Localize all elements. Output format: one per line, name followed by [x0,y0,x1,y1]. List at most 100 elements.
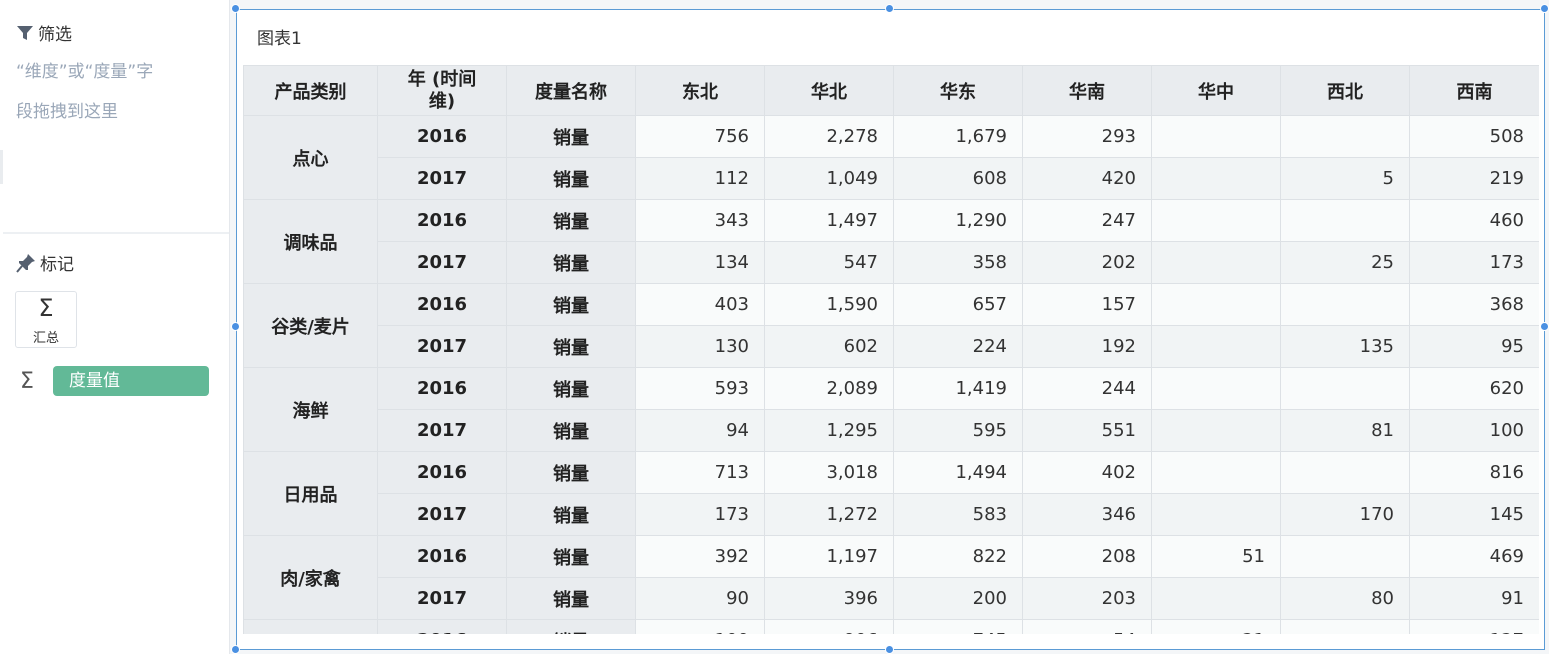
table-row: 谷类/麦片 2016 销量 403 1,590 657 157 368 [243,283,1539,368]
value-cell [1151,367,1281,410]
crosstab-scroll-area[interactable]: 产品类别年 (时间维) 度量名称 东北 华北 华东 华南 华中 西北 西南 点心 2016 销量 75… [243,65,1539,634]
column-header[interactable]: 东北 [635,65,765,116]
resize-handle-bm[interactable] [885,645,894,654]
value-cell: 420 [1022,157,1152,200]
value-cell: 293 [1022,115,1152,158]
value-cell: 224 [893,325,1023,368]
pin-icon [16,253,35,273]
table-row: 2017 销量 134 547 358 202 25 173 [244,241,1539,284]
value-cell [1151,157,1281,200]
value-cell: 244 [1022,367,1152,410]
value-cell: 620 [1409,367,1539,410]
marks-title-text: 标记 [40,255,74,275]
column-header[interactable]: 西北 [1280,65,1410,116]
value-cell [1151,451,1281,494]
value-cell [1280,535,1410,578]
table-row: 2017 销量 130 602 224 192 135 95 [244,325,1539,368]
value-cell: 219 [1409,157,1539,200]
resize-handle-mr[interactable] [1540,322,1549,331]
header-row: 产品类别年 (时间维) 度量名称 东北 华北 华东 华南 华中 西北 西南 [243,65,1539,116]
filter-drop-zone[interactable]: “维度”或“度量”字 段拖拽到这里 [16,52,211,132]
value-cell: 208 [1022,535,1152,578]
value-cell: 90 [635,577,765,620]
value-cell: 595 [893,409,1023,452]
value-cell: 343 [635,199,765,242]
value-cell: 1,049 [764,157,894,200]
table-row: 2017 销量 94 1,295 595 551 81 100 [244,409,1539,452]
measure-values-pill[interactable]: 度量值 [53,366,209,396]
summary-label: 汇总 [32,331,59,346]
value-cell: 127 [1409,619,1539,634]
marks-section-title: 标记 [16,250,74,275]
resize-handle-tm[interactable] [885,4,894,13]
value-cell: 2,278 [764,115,894,158]
table-row: 2017 销量 112 1,049 608 420 5 219 [244,157,1539,200]
resize-handle-tl[interactable] [231,4,240,13]
chart-container[interactable]: 图表1 产品类别年 (时间维) 度量名称 东北 华北 华东 华南 华中 西北 西南 点心 2016… [236,9,1545,650]
value-cell: 1,494 [893,451,1023,494]
year-cell: 2017 [377,241,507,284]
measure-name-cell: 销量 [506,619,636,634]
value-cell: 816 [1409,451,1539,494]
value-cell: 1,272 [764,493,894,536]
value-cell: 469 [1409,535,1539,578]
column-header[interactable]: 华北 [764,65,894,116]
table-row: 海鲜 2016 销量 593 2,089 1,419 244 620 [243,367,1539,452]
value-cell: 392 [635,535,765,578]
section-divider [3,232,229,234]
value-cell [1151,325,1281,368]
value-cell: 80 [1280,577,1410,620]
value-cell: 170 [1280,493,1410,536]
value-cell: 157 [1022,283,1152,326]
category-cell [243,619,378,634]
table-row: 2017 销量 90 396 200 203 80 91 [244,577,1539,620]
value-cell [1151,577,1281,620]
resize-handle-tr[interactable] [1540,4,1549,13]
value-cell: 173 [635,493,765,536]
crosstab-table: 产品类别年 (时间维) 度量名称 东北 华北 华东 华南 华中 西北 西南 点心 2016 销量 75… [243,65,1539,634]
value-cell: 2,089 [764,367,894,410]
value-cell [1151,409,1281,452]
value-cell: 100 [635,619,765,634]
measure-name-cell: 销量 [506,577,636,620]
value-cell [1151,283,1281,326]
table-row: 点心 2016 销量 756 2,278 1,679 293 508 [243,115,1539,200]
column-header[interactable]: 年 (时间维) [377,65,507,116]
year-cell: 2016 [377,283,507,326]
value-cell: 3,018 [764,451,894,494]
column-header[interactable]: 华南 [1022,65,1152,116]
column-header[interactable]: 西南 [1409,65,1539,116]
summary-mark-button[interactable]: Σ 汇总 [15,291,77,348]
left-panel: 筛选 “维度”或“度量”字 段拖拽到这里 标记 Σ 汇总 Σ 度量值 [0,0,230,654]
column-header[interactable]: 产品类别 [243,65,378,116]
value-cell: 396 [764,577,894,620]
value-cell: 173 [1409,241,1539,284]
value-cell: 81 [1280,409,1410,452]
measure-name-cell: 销量 [506,115,636,158]
value-cell: 21 [1151,619,1281,634]
filter-title-text: 筛选 [38,25,72,45]
value-cell [1280,115,1410,158]
value-cell: 608 [893,157,1023,200]
app: 筛选 “维度”或“度量”字 段拖拽到这里 标记 Σ 汇总 Σ 度量值 图表1 产… [0,0,1549,654]
value-cell: 202 [1022,241,1152,284]
value-cell: 1,290 [893,199,1023,242]
resize-handle-bl[interactable] [231,645,240,654]
year-cell: 2017 [377,493,507,536]
year-cell: 2016 [377,619,507,634]
value-cell: 745 [893,619,1023,634]
value-cell: 368 [1409,283,1539,326]
column-header[interactable]: 度量名称 [506,65,636,116]
year-cell: 2016 [377,199,507,242]
value-cell: 135 [1280,325,1410,368]
value-cell: 547 [764,241,894,284]
column-header[interactable]: 华东 [893,65,1023,116]
year-cell: 2016 [377,535,507,578]
column-header[interactable]: 华中 [1151,65,1281,116]
year-cell: 2016 [377,367,507,410]
panel-edge-tab[interactable] [0,150,3,184]
sigma-field-icon: Σ [20,368,34,394]
value-cell [1280,451,1410,494]
year-cell: 2017 [377,157,507,200]
resize-handle-ml[interactable] [231,322,240,331]
